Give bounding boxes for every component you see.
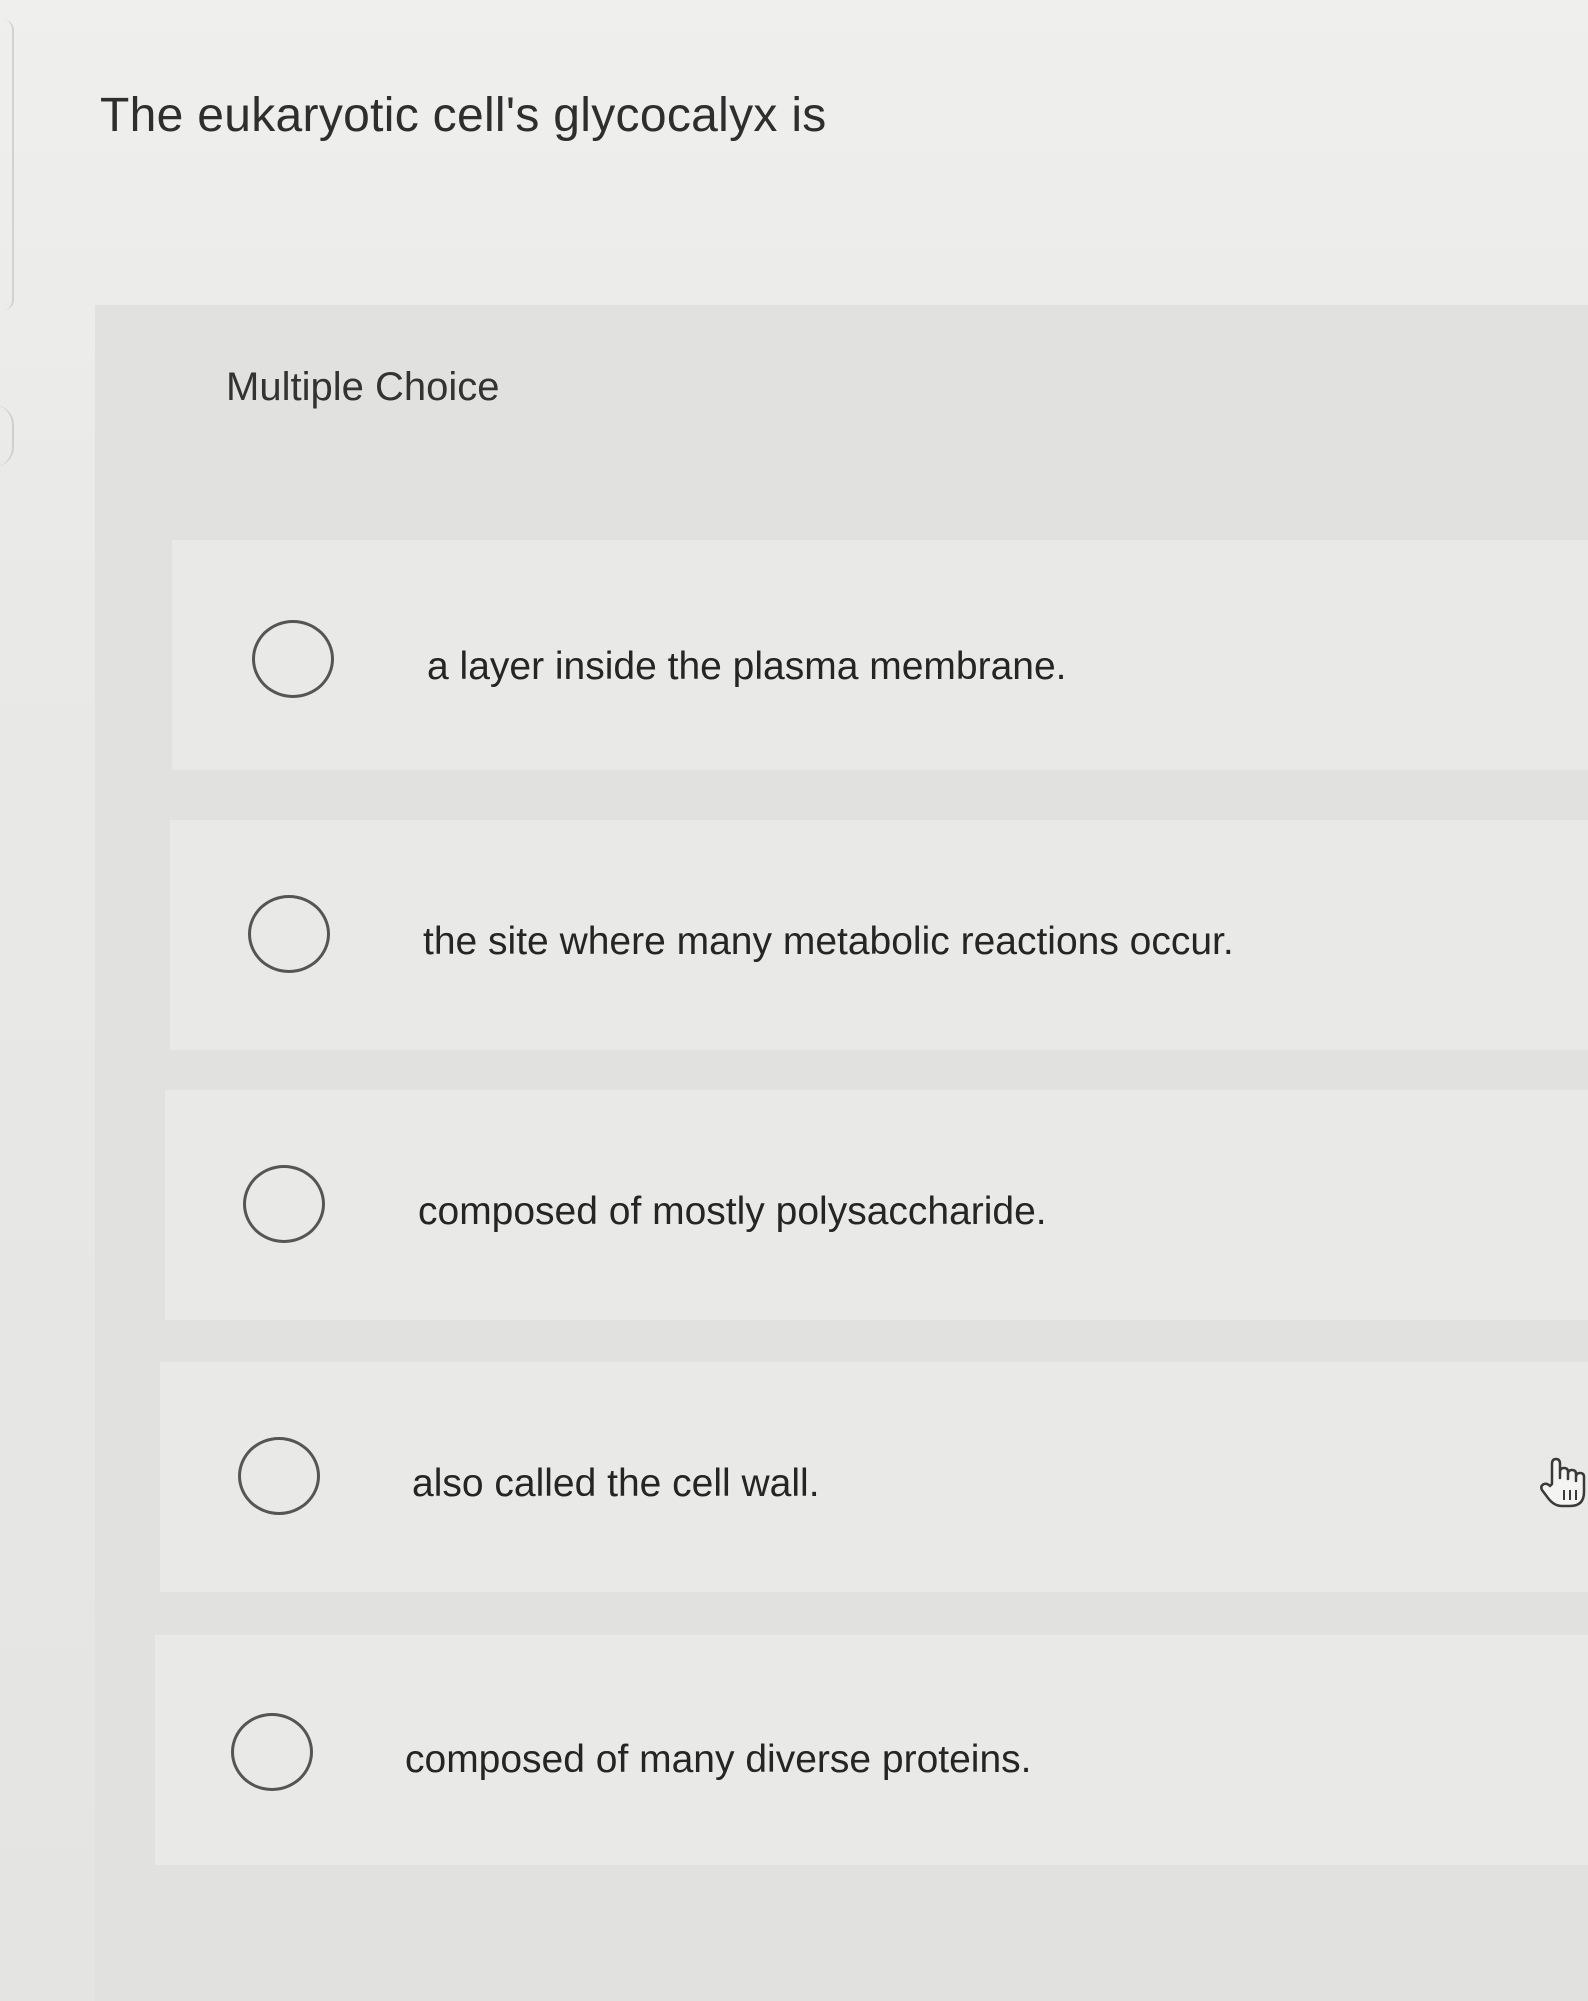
choice-label: the site where many metabolic reactions … [423,920,1234,963]
hand-pointer-icon [1540,1457,1586,1508]
choice-option-1[interactable]: a layer inside the plasma membrane. [172,540,1588,770]
radio-button[interactable] [243,1165,325,1243]
choice-option-2[interactable]: the site where many metabolic reactions … [170,820,1588,1050]
radio-button[interactable] [238,1437,320,1515]
radio-button[interactable] [252,620,334,698]
choice-option-3[interactable]: composed of mostly polysaccharide. [165,1090,1588,1320]
choice-label: a layer inside the plasma membrane. [427,645,1067,688]
choice-label: also called the cell wall. [412,1462,820,1505]
radio-button[interactable] [231,1713,313,1791]
choice-option-4[interactable]: also called the cell wall. [160,1362,1588,1592]
quiz-page: The eukaryotic cell's glycocalyx is Mult… [0,0,1588,2001]
answer-choices: a layer inside the plasma membrane. the … [0,0,1588,2001]
choice-label: composed of many diverse proteins. [405,1738,1032,1781]
radio-button[interactable] [248,895,330,973]
choice-option-5[interactable]: composed of many diverse proteins. [155,1635,1588,1865]
choice-label: composed of mostly polysaccharide. [418,1190,1047,1233]
